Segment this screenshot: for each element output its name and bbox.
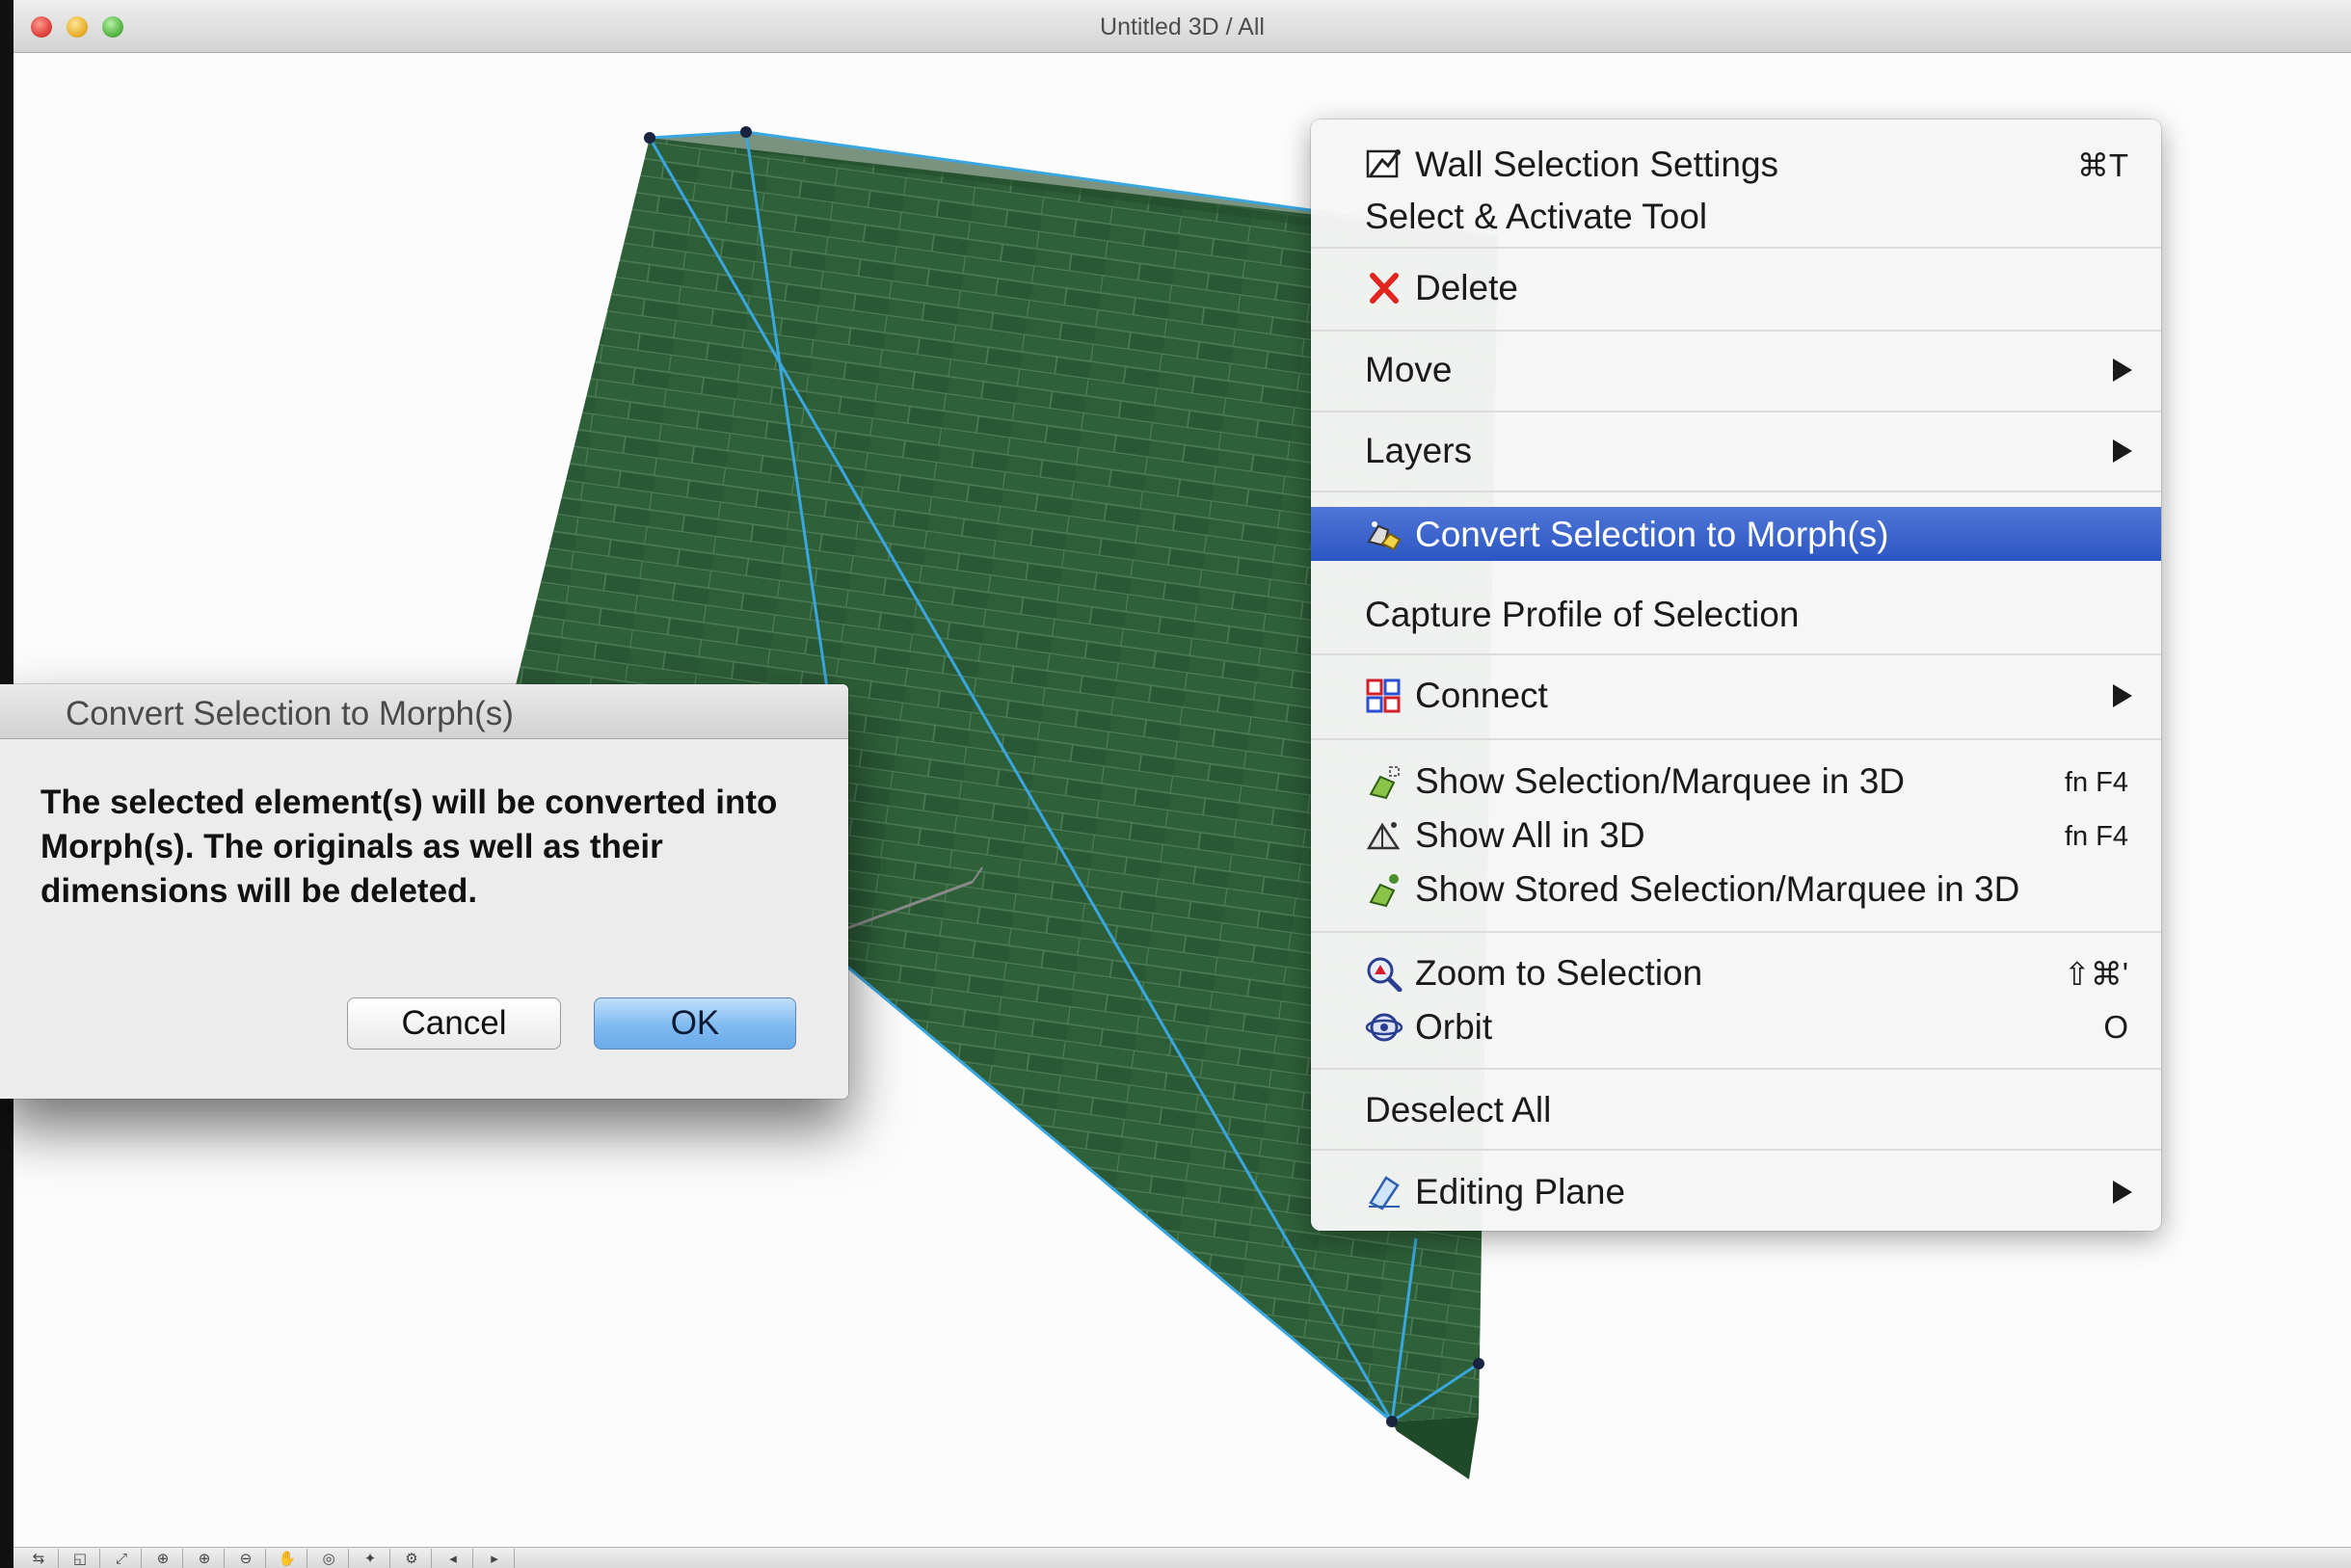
- convert-to-morph-dialog: Convert Selection to Morph(s) The select…: [0, 684, 848, 1099]
- submenu-arrow-icon: [2113, 439, 2132, 463]
- menu-item-shortcut: fn F4: [2064, 767, 2128, 798]
- zoom-out-icon[interactable]: ⊖: [227, 1549, 266, 1568]
- wall-side-face: [1392, 1417, 1479, 1479]
- camera-view-icon[interactable]: ◱: [61, 1549, 100, 1568]
- menu-separator: [1311, 738, 2161, 740]
- window-titlebar: Untitled 3D / All: [13, 0, 2351, 53]
- menu-item-capture-profile[interactable]: Capture Profile of Selection: [1311, 587, 2161, 641]
- orbit-icon: [1365, 1013, 1403, 1042]
- menu-item-deselect-all[interactable]: Deselect All: [1311, 1082, 2161, 1136]
- menu-item-move[interactable]: Move: [1311, 342, 2161, 396]
- morph-icon: [1367, 521, 1402, 551]
- menu-separator: [1311, 1149, 2161, 1151]
- selection-node[interactable]: [1473, 1358, 1484, 1369]
- orbit-view-icon[interactable]: ◎: [309, 1549, 349, 1568]
- zoom-toggle-icon[interactable]: ⊕: [144, 1549, 183, 1568]
- window-title: Untitled 3D / All: [1100, 13, 1265, 40]
- menu-item-label: Deselect All: [1365, 1090, 1552, 1129]
- selection-node[interactable]: [1386, 1416, 1398, 1427]
- menu-item-label: Orbit: [1415, 1007, 1493, 1047]
- menu-item-shortcut: fn F4: [2064, 821, 2128, 852]
- bottom-navigation-toolbar: ⇆ ◱ ⤢ ⊕ ⊕ ⊖ ✋ ◎ ✦ ⚙ ◂ ▸: [13, 1547, 2351, 1568]
- settings-icon[interactable]: ⚙: [392, 1549, 432, 1568]
- menu-separator: [1311, 330, 2161, 332]
- menu-item-label: Capture Profile of Selection: [1365, 595, 1800, 634]
- menu-item-label: Delete: [1415, 268, 1518, 307]
- menu-item-show-stored-selection-3d[interactable]: Show Stored Selection/Marquee in 3D: [1311, 862, 2161, 916]
- dialog-title: Convert Selection to Morph(s): [66, 695, 514, 732]
- show-stored-3d-icon: [1369, 874, 1399, 908]
- submenu-arrow-icon: [2113, 684, 2132, 707]
- dialog-message: The selected element(s) will be converte…: [40, 784, 778, 910]
- show-selection-3d-icon: [1369, 766, 1400, 800]
- cancel-button[interactable]: Cancel: [347, 997, 561, 1050]
- context-menu: Wall Selection Settings ⌘T Select & Acti…: [1311, 120, 2161, 1231]
- menu-item-layers[interactable]: Layers: [1311, 423, 2161, 477]
- menu-item-label: Show Selection/Marquee in 3D: [1415, 761, 1906, 801]
- zoom-selection-icon: [1367, 957, 1403, 992]
- pan-icon[interactable]: ✋: [268, 1549, 307, 1568]
- next-view-icon[interactable]: ▸: [475, 1549, 515, 1568]
- menu-item-label: Connect: [1415, 676, 1548, 715]
- menu-item-delete[interactable]: Delete: [1311, 260, 2161, 314]
- menu-item-convert-to-morph[interactable]: Convert Selection to Morph(s): [1311, 507, 2161, 561]
- fit-view-icon[interactable]: ⤢: [102, 1549, 142, 1568]
- menu-item-label: Convert Selection to Morph(s): [1415, 515, 1889, 554]
- menu-separator: [1311, 653, 2161, 655]
- menu-item-shortcut: O: [2103, 1009, 2128, 1045]
- menu-item-show-all-3d[interactable]: Show All in 3D fn F4: [1311, 808, 2161, 862]
- menu-item-label: Select & Activate Tool: [1365, 197, 1708, 236]
- menu-separator: [1311, 411, 2161, 412]
- menu-item-editing-plane[interactable]: Editing Plane: [1311, 1164, 2161, 1218]
- zoom-in-icon[interactable]: ⊕: [185, 1549, 225, 1568]
- menu-separator: [1311, 491, 2161, 492]
- walk-icon[interactable]: ✦: [351, 1549, 390, 1568]
- dialog-titlebar[interactable]: Convert Selection to Morph(s): [0, 684, 848, 739]
- menu-item-wall-selection-settings[interactable]: Wall Selection Settings ⌘T: [1311, 137, 2161, 191]
- menu-item-zoom-to-selection[interactable]: Zoom to Selection ⇧⌘': [1311, 945, 2161, 999]
- menu-item-orbit[interactable]: Orbit O: [1311, 999, 2161, 1053]
- connect-icon: [1366, 678, 1401, 713]
- menu-item-show-selection-3d[interactable]: Show Selection/Marquee in 3D fn F4: [1311, 754, 2161, 808]
- show-all-3d-icon: [1366, 822, 1401, 850]
- menu-separator: [1311, 247, 2161, 249]
- menu-item-label: Show All in 3D: [1415, 815, 1645, 855]
- wall-settings-icon: [1366, 149, 1401, 178]
- previous-view-icon[interactable]: ◂: [434, 1549, 473, 1568]
- delete-x-icon: [1370, 273, 1399, 304]
- menu-separator: [1311, 931, 2161, 933]
- menu-item-label: Layers: [1365, 431, 1473, 470]
- menu-item-label: Move: [1365, 350, 1453, 389]
- menu-item-label: Zoom to Selection: [1415, 953, 1703, 993]
- menu-item-shortcut: ⇧⌘': [2064, 956, 2128, 992]
- menu-item-connect[interactable]: Connect: [1311, 668, 2161, 722]
- selection-node[interactable]: [740, 126, 752, 138]
- menu-item-shortcut: ⌘T: [2076, 147, 2128, 183]
- menu-item-label: Editing Plane: [1415, 1172, 1626, 1211]
- selection-node[interactable]: [644, 132, 655, 144]
- menu-item-label: Show Stored Selection/Marquee in 3D: [1415, 869, 2020, 909]
- menu-item-select-activate-tool[interactable]: Select & Activate Tool: [1311, 189, 2161, 243]
- submenu-arrow-icon: [2113, 1181, 2132, 1204]
- ok-button[interactable]: OK: [594, 997, 796, 1050]
- menu-separator: [1311, 1068, 2161, 1070]
- menu-item-label: Wall Selection Settings: [1415, 145, 1779, 184]
- navigation-mode-icon[interactable]: ⇆: [19, 1549, 59, 1568]
- submenu-arrow-icon: [2113, 359, 2132, 382]
- editing-plane-icon: [1369, 1176, 1400, 1210]
